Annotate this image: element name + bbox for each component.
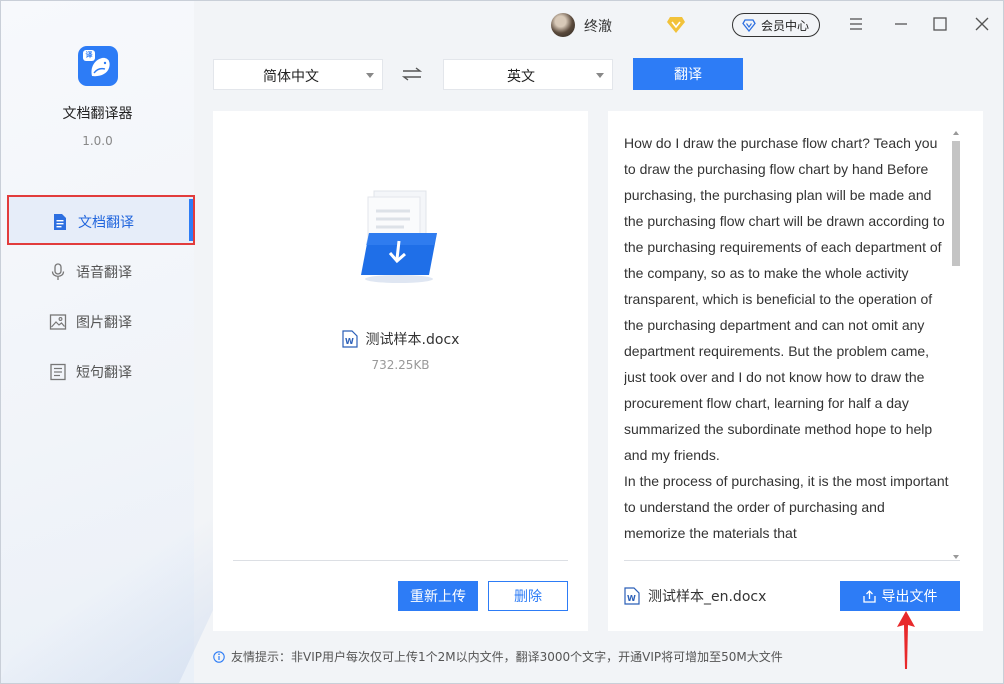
close-icon[interactable]: [972, 14, 992, 34]
sidebar-item-label: 短句翻译: [76, 365, 132, 381]
sidebar-item-sentence-translate[interactable]: 短句翻译: [7, 347, 195, 397]
delete-button[interactable]: 删除: [488, 581, 568, 611]
reupload-button[interactable]: 重新上传: [398, 581, 478, 611]
sidebar-item-label: 图片翻译: [76, 315, 132, 331]
tip-bar: 友情提示：非VIP用户每次仅可上传1个2M以内文件，翻译3000个文字，开通VI…: [213, 648, 783, 665]
export-icon: [862, 589, 876, 603]
app-window: 译 文档翻译器 1.0.0 文档翻译 语音翻译 图片翻译 短句翻译 终澈 会员中…: [0, 0, 1004, 684]
translation-result-panel: How do I draw the purchase flow chart? T…: [608, 111, 983, 631]
svg-text:W: W: [345, 337, 354, 346]
source-document-panel: W 测试样本.docx 732.25KB 重新上传 删除: [213, 111, 588, 631]
export-file-button[interactable]: 导出文件: [840, 581, 960, 611]
menu-icon[interactable]: [846, 14, 866, 34]
scrollbar[interactable]: [952, 131, 960, 559]
word-file-icon: W: [341, 330, 358, 348]
member-center-button[interactable]: 会员中心: [732, 13, 820, 37]
translated-paragraph: In the process of purchasing, it is the …: [624, 473, 949, 541]
app-name: 文档翻译器: [62, 106, 133, 122]
output-file-name: 测试样本_en.docx: [648, 589, 767, 605]
output-file: W 测试样本_en.docx: [624, 586, 766, 606]
title-bar: 终澈 会员中心: [194, 1, 1003, 47]
chevron-down-icon: [596, 73, 604, 78]
chevron-down-icon: [366, 73, 374, 78]
translate-button[interactable]: 翻译: [633, 58, 743, 90]
sidebar-item-image-translate[interactable]: 图片翻译: [7, 297, 195, 347]
image-icon: [49, 314, 67, 330]
source-language-select[interactable]: 简体中文: [213, 59, 383, 90]
diamond-icon: [742, 19, 756, 32]
minimize-icon[interactable]: [891, 14, 911, 34]
info-icon: [213, 650, 225, 663]
app-version: 1.0.0: [82, 134, 113, 148]
document-icon: [54, 214, 66, 230]
microphone-icon: [51, 263, 65, 280]
translated-text[interactable]: How do I draw the purchase flow chart? T…: [624, 130, 950, 556]
sentence-icon: [50, 363, 66, 381]
divider: [233, 560, 568, 561]
document-upload-illustration-icon: [361, 190, 437, 283]
source-file-size: 732.25KB: [371, 358, 430, 372]
scroll-up-arrow-icon[interactable]: [953, 131, 959, 135]
word-file-icon: W: [624, 587, 640, 605]
swap-languages-icon[interactable]: [401, 67, 423, 81]
sidebar-item-label: 文档翻译: [78, 215, 134, 231]
app-logo-icon: 译: [78, 46, 118, 86]
target-language-value: 英文: [507, 69, 535, 85]
vip-diamond-icon[interactable]: [666, 16, 686, 34]
maximize-icon[interactable]: [930, 14, 950, 34]
sidebar-item-document-translate[interactable]: 文档翻译: [7, 195, 195, 245]
sidebar-item-voice-translate[interactable]: 语音翻译: [7, 247, 195, 297]
scroll-down-arrow-icon[interactable]: [953, 555, 959, 559]
username[interactable]: 终澈: [584, 16, 612, 36]
source-language-value: 简体中文: [263, 69, 319, 85]
avatar[interactable]: [551, 13, 575, 37]
annotation-arrow-icon: [897, 611, 915, 669]
sidebar-item-label: 语音翻译: [76, 265, 132, 281]
sidebar: 译 文档翻译器 1.0.0 文档翻译 语音翻译 图片翻译 短句翻译: [1, 1, 195, 683]
scrollbar-thumb[interactable]: [952, 141, 960, 266]
export-file-label: 导出文件: [881, 589, 938, 605]
divider: [624, 560, 960, 561]
svg-text:W: W: [627, 594, 636, 603]
member-center-label: 会员中心: [761, 18, 810, 33]
tip-text: 友情提示：非VIP用户每次仅可上传1个2M以内文件，翻译3000个文字，开通VI…: [231, 650, 783, 664]
translated-paragraph: How do I draw the purchase flow chart? T…: [624, 135, 945, 463]
target-language-select[interactable]: 英文: [443, 59, 613, 90]
source-file: W 测试样本.docx: [213, 329, 588, 349]
source-file-name: 测试样本.docx: [365, 332, 460, 348]
